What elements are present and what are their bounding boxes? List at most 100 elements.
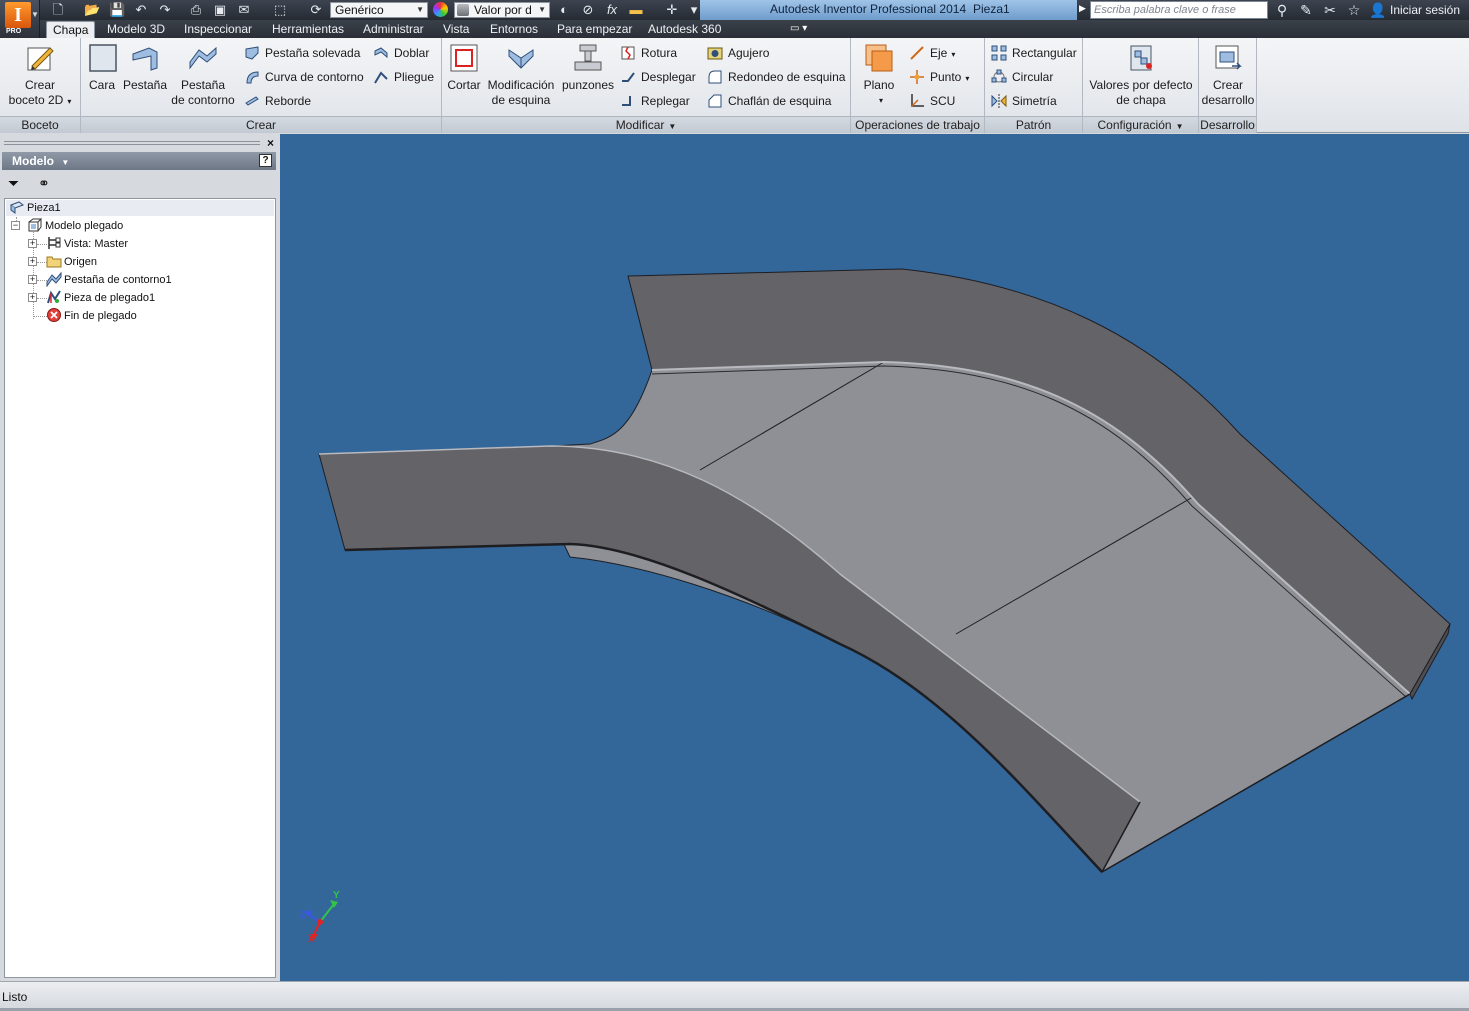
graphics-window[interactable]: Y Z X	[280, 134, 1469, 981]
work-point-button[interactable]: Punto ▾	[909, 68, 969, 86]
face-button[interactable]: Cara	[87, 42, 117, 93]
material-dropdown[interactable]: Genérico ▼	[330, 2, 428, 18]
contour-flange-icon	[189, 46, 217, 70]
tab-autodesk-360[interactable]: Autodesk 360	[642, 21, 727, 38]
expand-toggle[interactable]: +	[28, 293, 37, 302]
tab-inspeccionar[interactable]: Inspeccionar	[178, 21, 258, 38]
add-icon[interactable]: ✛	[664, 2, 680, 18]
user-icon[interactable]: 👤	[1369, 1, 1387, 19]
contour-roll-button[interactable]: Curva de contorno	[244, 68, 364, 86]
sheet-metal-defaults-button[interactable]: Valores por defecto de chapa	[1087, 42, 1195, 108]
refold-icon	[622, 96, 631, 106]
help-search-input[interactable]: Escriba palabra clave o frase	[1090, 1, 1268, 19]
measure-icon[interactable]: ▬	[628, 2, 644, 18]
collapse-toggle[interactable]: −	[11, 221, 20, 230]
tab-administrar[interactable]: Administrar	[357, 21, 430, 38]
expand-toggle[interactable]: +	[28, 257, 37, 266]
panel-title-configuracion[interactable]: Configuración ▼	[1083, 116, 1198, 133]
corner-chamfer-button[interactable]: Chaflán de esquina	[707, 92, 831, 110]
flange-icon	[132, 47, 158, 71]
tree-node-pieza-plegado1[interactable]: Pieza de plegado1	[46, 289, 155, 307]
ribbon-display-options-icon[interactable]: ▭ ▾	[790, 23, 807, 34]
undo-icon[interactable]: ↶	[133, 2, 149, 18]
tree-node-modelo-plegado[interactable]: Modelo plegado	[27, 217, 123, 235]
open-folder-icon[interactable]: 📂	[84, 2, 100, 18]
corner-edit-button[interactable]: Modificación de esquina	[486, 42, 556, 108]
browser-header[interactable]: Modelo ▼ ?	[2, 152, 276, 170]
ucs-button[interactable]: SCU	[909, 92, 955, 110]
tab-vista[interactable]: Vista	[437, 21, 475, 38]
contour-flange-button[interactable]: Pestaña de contorno	[169, 42, 237, 108]
create-flat-pattern-button[interactable]: Crear desarrollo	[1201, 42, 1255, 108]
print-icon[interactable]: ⎙	[188, 2, 204, 18]
tree-node-vista-master[interactable]: Vista: Master	[46, 235, 128, 253]
star-icon[interactable]: ☆	[1345, 1, 1363, 19]
tree-node-pieza1[interactable]: Pieza1	[9, 199, 61, 217]
corner-round-button[interactable]: Redondeo de esquina	[707, 68, 845, 86]
folded-model-icon	[28, 218, 43, 232]
bend-part-icon	[47, 290, 61, 304]
tab-chapa[interactable]: Chapa	[46, 21, 96, 38]
update-icon[interactable]: ⟳	[308, 2, 324, 18]
rip-button[interactable]: Rotura	[620, 44, 677, 62]
signin-link[interactable]: Iniciar sesión	[1390, 3, 1460, 17]
hem-button[interactable]: Reborde	[244, 92, 311, 110]
save-icon[interactable]: 💾	[109, 2, 125, 18]
tab-modelo-3d[interactable]: Modelo 3D	[101, 21, 171, 38]
tools-icon[interactable]: ✂	[1321, 1, 1339, 19]
sheet-metal-model[interactable]	[280, 134, 1469, 981]
work-axis-button[interactable]: Eje ▾	[909, 44, 955, 62]
tab-para-empezar[interactable]: Para empezar	[551, 21, 638, 38]
tab-herramientas[interactable]: Herramientas	[266, 21, 350, 38]
panel-title-modificar[interactable]: Modificar ▼	[442, 116, 850, 133]
tree-node-fin-plegado[interactable]: Fin de plegado	[46, 307, 137, 325]
help-icon[interactable]: ?	[259, 154, 272, 167]
tree-node-pestana-contorno1[interactable]: Pestaña de contorno1	[46, 271, 172, 289]
clear-appearance-icon[interactable]: ⊘	[580, 2, 596, 18]
tab-entornos[interactable]: Entornos	[484, 21, 544, 38]
select-filter-icon[interactable]: ⬚	[272, 2, 288, 18]
email-icon[interactable]: ✉	[236, 2, 252, 18]
expand-toggle[interactable]: +	[28, 239, 37, 248]
adjust-appearance-icon[interactable]: ◐	[556, 2, 572, 18]
work-plane-button[interactable]: Plano ▾	[859, 42, 899, 108]
lofted-flange-button[interactable]: Pestaña solevada	[244, 44, 360, 62]
binoculars-icon[interactable]: ⚭	[38, 175, 50, 192]
save-copy-icon[interactable]: ▣	[212, 2, 228, 18]
refold-button[interactable]: Replegar	[620, 92, 690, 110]
chevron-down-icon: ▾	[878, 96, 883, 105]
part-icon	[9, 201, 25, 214]
create-sketch-button[interactable]: Crear boceto 2D ▾	[6, 42, 74, 109]
browser-grip[interactable]: ×	[0, 136, 280, 150]
inventor-logo-icon: I	[5, 2, 31, 28]
chevron-down-icon: ▼	[61, 158, 70, 167]
wrench-icon[interactable]: ✎	[1297, 1, 1315, 19]
rectangular-pattern-button[interactable]: Rectangular	[991, 44, 1077, 62]
mirror-button[interactable]: Simetría	[991, 92, 1057, 110]
tree-node-origen[interactable]: Origen	[46, 253, 97, 271]
parameters-fx-icon[interactable]: fx	[604, 2, 620, 18]
punch-tool-button[interactable]: punzones	[560, 42, 616, 93]
unfold-button[interactable]: Desplegar	[620, 68, 696, 86]
color-icon[interactable]	[433, 2, 448, 17]
end-of-folded-icon	[47, 308, 61, 322]
cut-button[interactable]: Cortar	[444, 42, 484, 93]
close-icon[interactable]: ×	[267, 136, 274, 150]
hole-button[interactable]: Agujero	[707, 44, 769, 62]
panel-patron: Rectangular Circular Simetría Patrón	[985, 38, 1083, 133]
status-bar: Listo	[0, 981, 1469, 1011]
binoculars-icon[interactable]: ⚲	[1273, 1, 1291, 19]
application-menu-button[interactable]: I PRO ▼	[0, 0, 40, 38]
browser-toolbar: ⏷ ⚭	[2, 172, 276, 194]
play-arrow-icon[interactable]: ▶	[1079, 3, 1086, 14]
expand-toggle[interactable]: +	[28, 275, 37, 284]
corner-round-icon	[708, 70, 722, 84]
filter-icon[interactable]: ⏷	[8, 175, 19, 192]
redo-icon[interactable]: ↷	[157, 2, 173, 18]
bend-button[interactable]: Doblar	[373, 44, 429, 62]
new-file-icon[interactable]: 🗋	[50, 2, 66, 18]
corner-chamfer-icon	[708, 94, 722, 108]
flange-button[interactable]: Pestaña	[122, 42, 168, 93]
circular-pattern-button[interactable]: Circular	[991, 68, 1053, 86]
fold-button[interactable]: Pliegue	[373, 68, 434, 86]
